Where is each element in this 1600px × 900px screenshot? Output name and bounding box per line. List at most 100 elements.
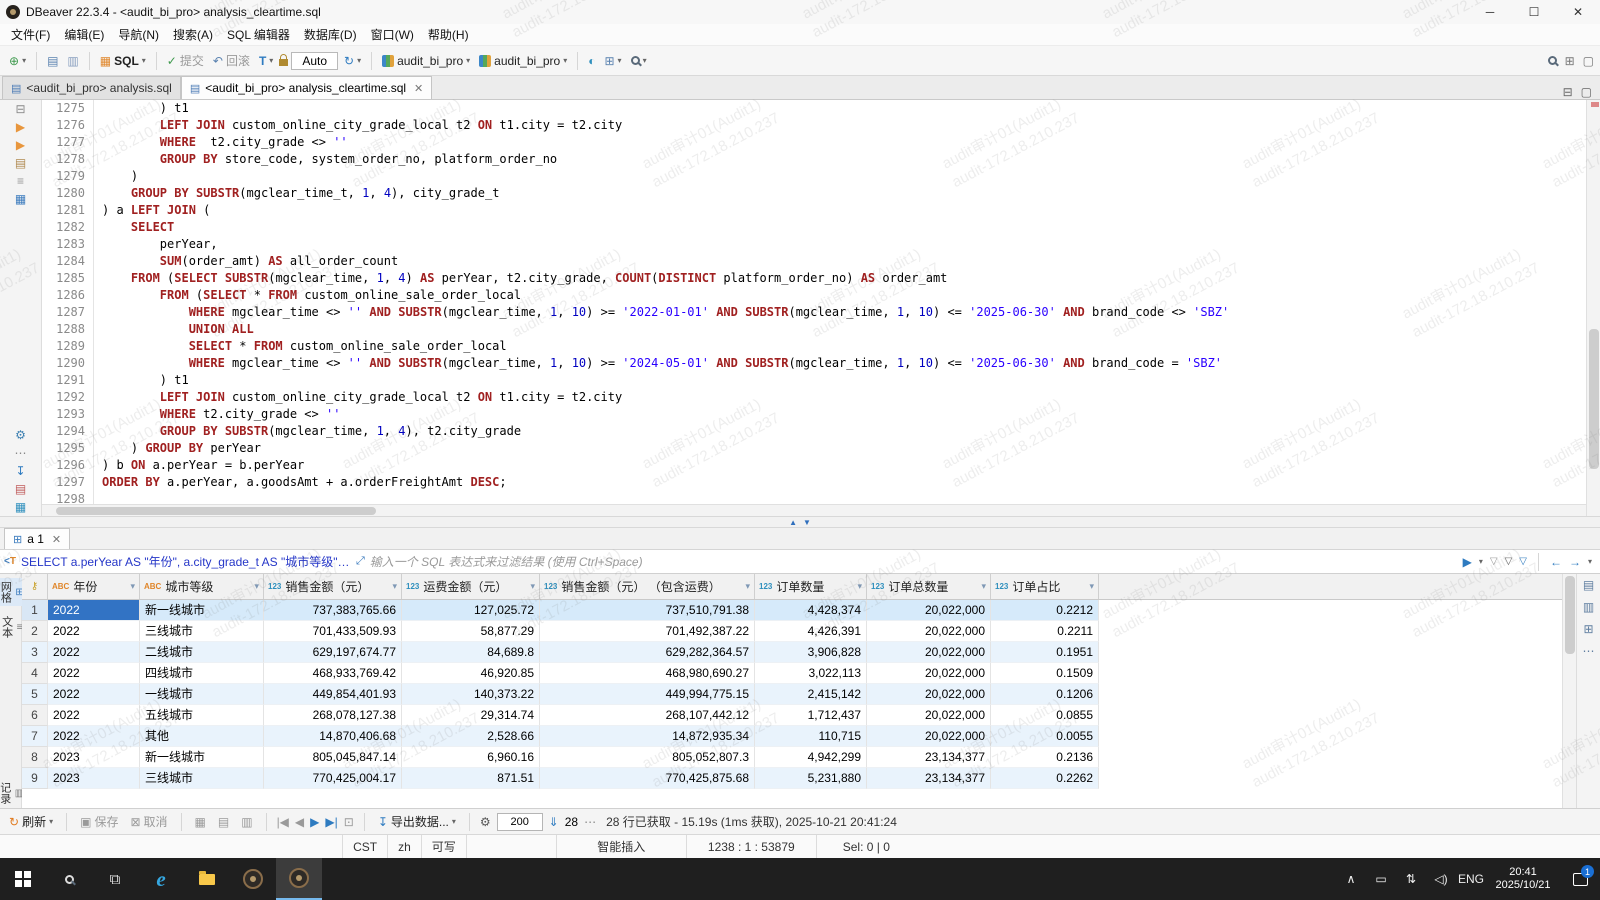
input-language[interactable]: ENG (1456, 858, 1486, 900)
grid-cell[interactable]: 770,425,004.17 (264, 768, 402, 789)
add-row-icon[interactable]: ▦ (192, 813, 209, 831)
row-number[interactable]: 9 (22, 768, 48, 789)
tray-network-icon[interactable]: ⇅ (1396, 858, 1426, 900)
grid-cell[interactable]: 0.0855 (991, 705, 1099, 726)
grid-cell[interactable]: 0.2262 (991, 768, 1099, 789)
previous-row-icon[interactable]: ◀ (295, 815, 304, 829)
code-line[interactable]: GROUP BY SUBSTR(mgclear_time, 1, 4), t2.… (102, 423, 1586, 440)
grid-cell[interactable]: 871.51 (402, 768, 540, 789)
editor-results-splitter[interactable]: ▲ ▼ (0, 516, 1600, 528)
grid-cell[interactable]: 46,920.85 (402, 663, 540, 684)
row-number[interactable]: 1 (22, 600, 48, 621)
fetch-all-icon[interactable]: ⇓ (549, 815, 559, 829)
commit-button[interactable]: ✓提交 (164, 50, 207, 71)
code-line[interactable]: LEFT JOIN custom_online_city_grade_local… (102, 117, 1586, 134)
expand-filter-icon[interactable]: ⤢ (356, 555, 365, 568)
perspective-icon[interactable]: ⊞ (1565, 55, 1575, 67)
results-vertical-scrollbar[interactable] (1562, 574, 1576, 808)
grid-cell[interactable]: 0.2212 (991, 600, 1099, 621)
grid-corner[interactable]: ⚷ (22, 574, 48, 599)
code-editor[interactable]: 1275127612771278127912801281128212831284… (42, 100, 1586, 504)
column-filter-arrow-icon[interactable]: ▾ (130, 581, 135, 592)
code-line[interactable]: ) GROUP BY perYear (102, 440, 1586, 457)
refs-panel-icon[interactable]: ⋯ (1583, 644, 1595, 658)
grid-cell[interactable]: 0.0055 (991, 726, 1099, 747)
table-row[interactable]: 82023新一线城市805,045,847.146,960.16805,052,… (22, 747, 1562, 768)
filter-icon[interactable]: ▽ (1519, 556, 1527, 567)
grid-cell[interactable]: 2022 (48, 642, 140, 663)
row-number[interactable]: 6 (22, 705, 48, 726)
menu-item-3[interactable]: 搜索(A) (166, 24, 220, 45)
nav-dropdown-icon[interactable]: ▾ (1588, 557, 1592, 566)
database-selector[interactable]: audit_bi_pro▾ (379, 52, 473, 70)
grid-cell[interactable]: 140,373.22 (402, 684, 540, 705)
grid-cell[interactable]: 3,022,113 (755, 663, 867, 684)
code-line[interactable]: UNION ALL (102, 321, 1586, 338)
grid-cell[interactable]: 449,854,401.93 (264, 684, 402, 705)
column-filter-arrow-icon[interactable]: ▾ (857, 581, 862, 592)
column-filter-arrow-icon[interactable]: ▾ (530, 581, 535, 592)
grid-cell[interactable]: 2022 (48, 684, 140, 705)
grid-cell[interactable]: 468,980,690.27 (540, 663, 755, 684)
quick-search-icon[interactable] (1548, 56, 1557, 65)
grid-cell[interactable]: 449,994,775.15 (540, 684, 755, 705)
column-header-5[interactable]: 123订单数量▾ (755, 574, 867, 599)
table-row[interactable]: 22022三线城市701,433,509.9358,877.29701,492,… (22, 621, 1562, 642)
grid-cell[interactable]: 2,528.66 (402, 726, 540, 747)
tab-analysis-sql[interactable]: ▤ <audit_bi_pro> analysis.sql (2, 76, 181, 99)
execute-statement-icon[interactable]: ▶ (16, 121, 25, 133)
column-filter-arrow-icon[interactable]: ▾ (1089, 581, 1094, 592)
code-line[interactable]: ) t1 (102, 372, 1586, 389)
column-filter-arrow-icon[interactable]: ▾ (392, 581, 397, 592)
grid-cell[interactable]: 23,134,377 (867, 747, 991, 768)
grid-cell[interactable]: 770,425,875.68 (540, 768, 755, 789)
code-line[interactable]: SUM(order_amt) AS all_order_count (102, 253, 1586, 270)
grid-cell[interactable]: 三线城市 (140, 621, 264, 642)
menu-item-1[interactable]: 编辑(E) (57, 24, 111, 45)
action-center-icon[interactable]: 1 (1560, 858, 1600, 900)
grid-cell[interactable]: 737,510,791.38 (540, 600, 755, 621)
results-tab[interactable]: ⊞ a 1 ✕ (4, 528, 70, 549)
code-line[interactable]: perYear, (102, 236, 1586, 253)
code-line[interactable]: FROM (SELECT SUBSTR(mgclear_time, 1, 4) … (102, 270, 1586, 287)
grid-cell[interactable]: 2023 (48, 747, 140, 768)
grid-cell[interactable]: 0.1206 (991, 684, 1099, 705)
back-arrow-icon[interactable]: ← (1550, 555, 1562, 569)
maximize-editor-icon[interactable]: ▢ (1581, 85, 1592, 99)
new-connection-button[interactable]: ⊕▾ (6, 53, 29, 69)
grid-cell[interactable]: 20,022,000 (867, 663, 991, 684)
column-header-0[interactable]: ABC年份▾ (48, 574, 140, 599)
row-number[interactable]: 4 (22, 663, 48, 684)
last-row-icon[interactable]: ▶| (325, 815, 337, 829)
first-row-icon[interactable]: |◀ (277, 815, 289, 829)
grid-cell[interactable]: 29,314.74 (402, 705, 540, 726)
grid-cell[interactable]: 0.1509 (991, 663, 1099, 684)
start-button[interactable] (0, 858, 46, 900)
tray-tablet-icon[interactable]: ▭ (1366, 858, 1396, 900)
grid-cell[interactable]: 4,942,299 (755, 747, 867, 768)
grid-cell[interactable]: 20,022,000 (867, 726, 991, 747)
grid-cell[interactable]: 268,107,442.12 (540, 705, 755, 726)
column-header-4[interactable]: 123销售金额（元） （包含运费）▾ (540, 574, 755, 599)
code-line[interactable] (102, 491, 1586, 504)
grid-cell[interactable]: 20,022,000 (867, 642, 991, 663)
calc-panel-icon[interactable]: ▥ (1583, 600, 1594, 614)
table-row[interactable]: 92023三线城市770,425,004.17871.51770,425,875… (22, 768, 1562, 789)
column-header-1[interactable]: ABC城市等级▾ (140, 574, 264, 599)
column-filter-arrow-icon[interactable]: ▾ (981, 581, 986, 592)
grid-cell[interactable]: 三线城市 (140, 768, 264, 789)
grid-cell[interactable]: 629,197,674.77 (264, 642, 402, 663)
grid-cell[interactable]: 3,906,828 (755, 642, 867, 663)
grid-cell[interactable]: 2022 (48, 705, 140, 726)
app-icon-1[interactable] (230, 858, 276, 900)
code-line[interactable]: ) a LEFT JOIN ( (102, 202, 1586, 219)
grid-cell[interactable]: 新一线城市 (140, 747, 264, 768)
more-options-icon[interactable]: ⋯ (15, 447, 27, 459)
grid-cell[interactable]: 805,045,847.14 (264, 747, 402, 768)
minimize-button[interactable]: ─ (1468, 0, 1512, 24)
presentation-tab-text[interactable]: ≡文本 (0, 616, 22, 638)
grid-cell[interactable]: 737,383,765.66 (264, 600, 402, 621)
grid-cell[interactable]: 84,689.8 (402, 642, 540, 663)
column-header-7[interactable]: 123订单占比▾ (991, 574, 1099, 599)
code-line[interactable]: LEFT JOIN custom_online_city_grade_local… (102, 389, 1586, 406)
